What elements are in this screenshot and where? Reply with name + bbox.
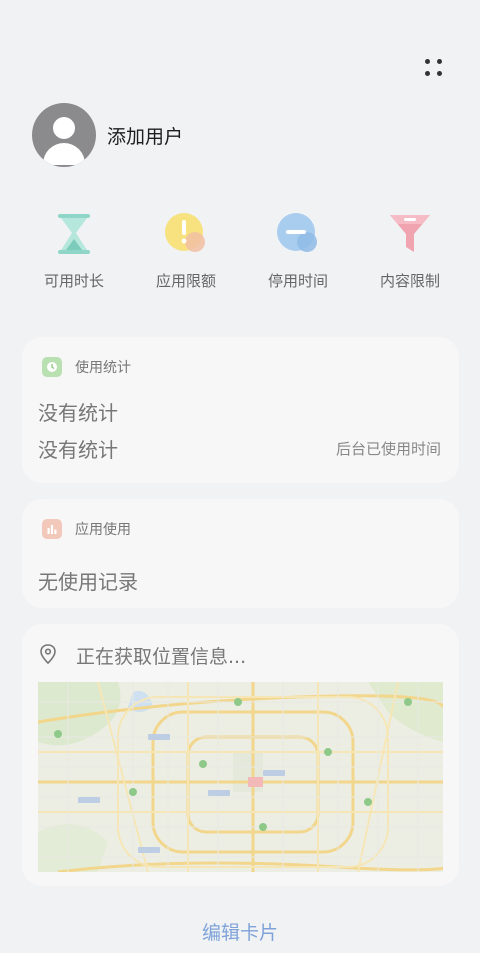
- minus-circle-icon: [276, 212, 320, 256]
- quick-actions: 可用时长 应用限额 停用时间 内容限制: [0, 212, 480, 291]
- exclamation-circle-icon: [164, 212, 208, 256]
- dot: [437, 71, 442, 76]
- map-preview[interactable]: [38, 682, 443, 872]
- location-card[interactable]: 正在获取位置信息...: [22, 624, 459, 886]
- quick-action-downtime[interactable]: 停用时间: [242, 212, 354, 291]
- usage-stats-text: 没有统计: [38, 438, 118, 462]
- add-user-label: 添加用户: [107, 125, 184, 148]
- quick-action-content-restrictions[interactable]: 内容限制: [354, 212, 466, 291]
- app-usage-title: 应用使用: [75, 522, 131, 538]
- dot: [437, 59, 442, 64]
- dot: [425, 59, 430, 64]
- app-usage-card[interactable]: 应用使用 无使用记录: [22, 499, 459, 608]
- usage-stats-title: 使用统计: [75, 360, 131, 376]
- add-user-row[interactable]: 添加用户: [32, 103, 183, 167]
- quick-action-app-limits[interactable]: 应用限额: [130, 212, 242, 291]
- edit-cards-button[interactable]: 编辑卡片: [0, 918, 480, 945]
- quick-action-label: 停用时间: [267, 272, 328, 290]
- usage-stats-card[interactable]: 使用统计 没有统计 没有统计 后台已使用时间: [22, 337, 459, 483]
- bar-chart-icon: [42, 519, 62, 539]
- background-usage-label: 后台已使用时间: [335, 440, 441, 458]
- quick-action-available-time[interactable]: 可用时长: [18, 212, 130, 291]
- more-options-button[interactable]: [422, 56, 446, 80]
- location-pin-icon: [38, 643, 58, 669]
- app-usage-empty-text: 无使用记录: [38, 570, 138, 594]
- funnel-icon: [388, 212, 432, 256]
- hourglass-icon: [52, 212, 96, 256]
- usage-stats-text: 没有统计: [38, 401, 118, 425]
- quick-action-label: 内容限制: [379, 272, 440, 290]
- location-status-text: 正在获取位置信息...: [76, 646, 247, 668]
- quick-action-label: 可用时长: [43, 272, 104, 290]
- clock-icon: [42, 357, 62, 377]
- dot: [425, 71, 430, 76]
- quick-action-label: 应用限额: [155, 272, 216, 290]
- avatar-icon[interactable]: [32, 103, 96, 167]
